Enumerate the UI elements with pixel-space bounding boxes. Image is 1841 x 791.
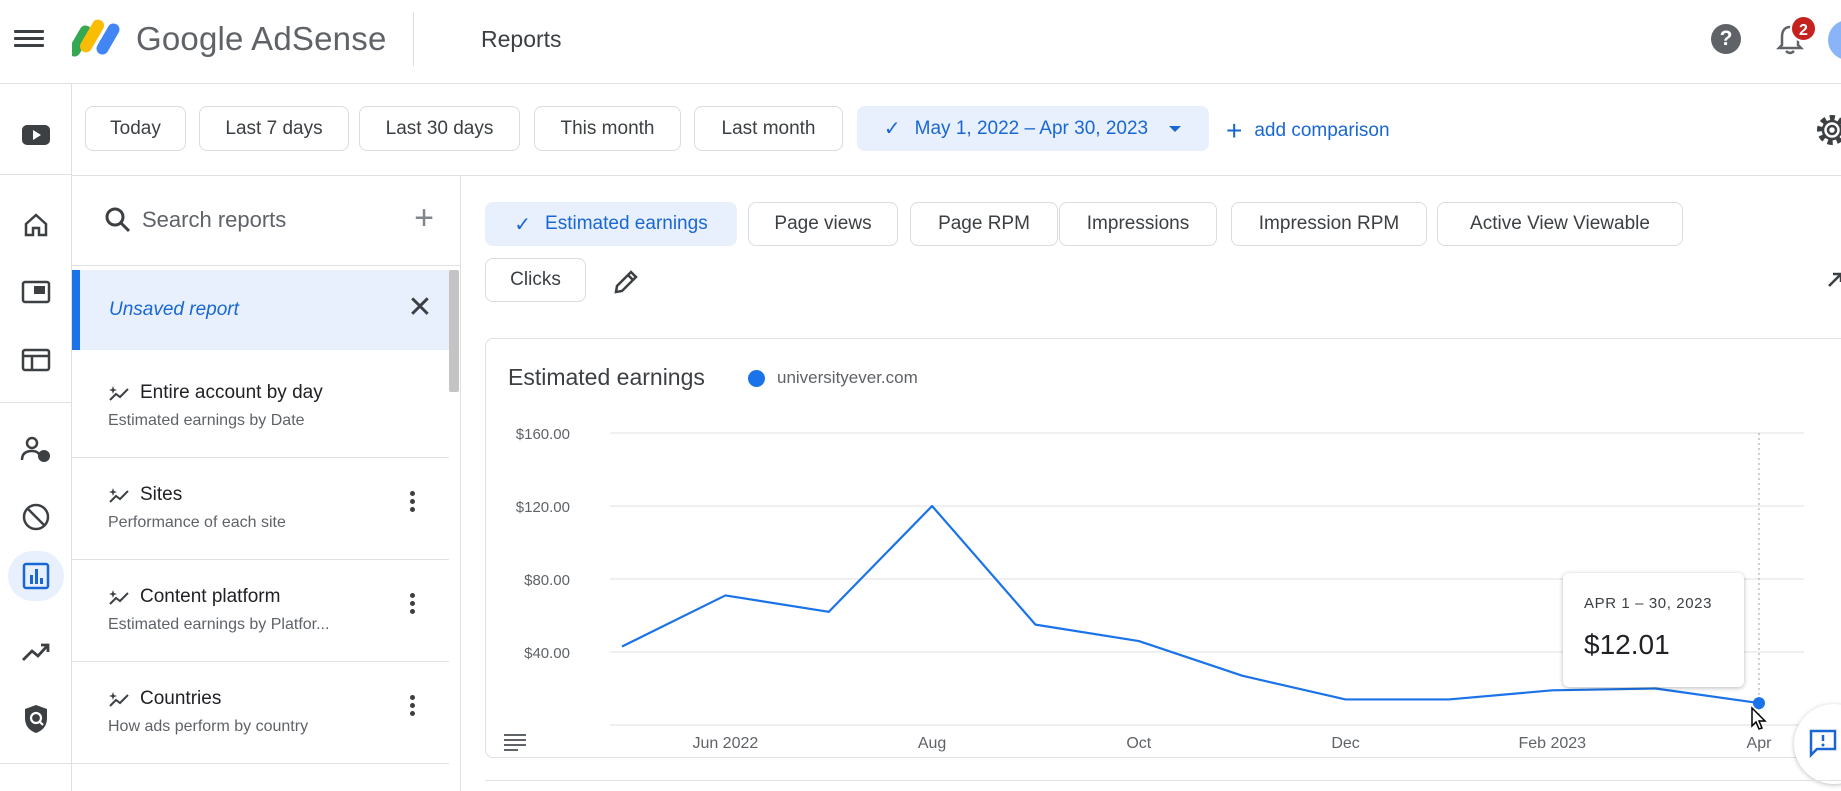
trend-sparkle-icon bbox=[109, 692, 129, 707]
youtube-icon[interactable] bbox=[8, 110, 64, 160]
date-range-label: May 1, 2022 – Apr 30, 2023 bbox=[914, 117, 1149, 139]
chart-tooltip: APR 1 – 30, 2023 $12.01 bbox=[1563, 573, 1744, 687]
date-this-month-chip[interactable]: This month bbox=[534, 106, 681, 151]
y-tick-label: $40.00 bbox=[524, 645, 570, 662]
close-icon[interactable]: ✕ bbox=[404, 292, 436, 324]
rail-divider bbox=[0, 174, 72, 175]
x-tick-label: Feb 2023 bbox=[1518, 735, 1586, 752]
unsaved-report-item[interactable]: Unsaved report ✕ bbox=[72, 270, 449, 350]
report-item-title: Sites bbox=[140, 484, 183, 505]
unsaved-report-label: Unsaved report bbox=[109, 299, 239, 320]
tooltip-value: $12.01 bbox=[1584, 629, 1670, 660]
plus-icon: + bbox=[1226, 115, 1243, 146]
page-title: Reports bbox=[481, 26, 562, 52]
add-comparison-label: add comparison bbox=[1254, 120, 1390, 141]
sites-icon[interactable] bbox=[8, 335, 64, 385]
navigation-rail bbox=[0, 84, 72, 791]
rail-divider bbox=[0, 763, 72, 764]
report-item-subtitle: Performance of each site bbox=[108, 514, 286, 531]
x-tick-label: Jun 2022 bbox=[692, 735, 758, 752]
table-header-edge bbox=[485, 780, 1841, 791]
search-reports-row: + bbox=[72, 176, 460, 266]
mouse-cursor-icon bbox=[1751, 706, 1767, 730]
main-menu-icon[interactable] bbox=[14, 26, 44, 52]
date-today-chip[interactable]: Today bbox=[85, 106, 186, 151]
legend-color-dot bbox=[748, 370, 765, 387]
metric-page-rpm-chip[interactable]: Page RPM bbox=[910, 202, 1058, 246]
settings-gear-icon[interactable] bbox=[1812, 110, 1841, 150]
search-reports-input[interactable] bbox=[142, 202, 392, 238]
panel-scrollbar[interactable] bbox=[449, 270, 459, 392]
top-app-bar: Google AdSense Reports ? 2 bbox=[0, 0, 1841, 84]
policy-center-icon[interactable] bbox=[8, 694, 64, 744]
edit-pencil-icon[interactable] bbox=[610, 266, 642, 298]
metric-estimated-earnings-chip[interactable]: ✓ Estimated earnings bbox=[485, 202, 737, 246]
notification-count-badge: 2 bbox=[1790, 15, 1817, 42]
feedback-icon bbox=[1809, 729, 1837, 758]
date-last-7-days-chip[interactable]: Last 7 days bbox=[199, 106, 349, 151]
more-vert-icon[interactable] bbox=[402, 590, 422, 624]
report-item-entire-account[interactable]: Entire account by day Estimated earnings… bbox=[72, 356, 449, 458]
metric-impressions-chip[interactable]: Impressions bbox=[1059, 202, 1217, 246]
date-range-bar: Today Last 7 days Last 30 days This mont… bbox=[72, 84, 1841, 176]
blocking-controls-icon[interactable] bbox=[8, 492, 64, 542]
check-icon: ✓ bbox=[514, 213, 532, 236]
trend-sparkle-icon bbox=[109, 386, 129, 401]
rail-divider bbox=[0, 402, 72, 403]
x-tick-label: Apr bbox=[1747, 735, 1773, 752]
trend-sparkle-icon bbox=[109, 488, 129, 503]
report-item-title: Countries bbox=[140, 688, 222, 709]
check-icon: ✓ bbox=[883, 118, 901, 140]
legend-label: universityever.com bbox=[777, 368, 918, 387]
date-last-30-days-chip[interactable]: Last 30 days bbox=[359, 106, 520, 151]
metric-active-view-viewable-chip[interactable]: Active View Viewable bbox=[1437, 202, 1683, 246]
y-tick-label: $160.00 bbox=[516, 426, 570, 443]
chart-title: Estimated earnings bbox=[508, 364, 705, 390]
metric-label: Estimated earnings bbox=[545, 213, 708, 234]
y-tick-label: $80.00 bbox=[524, 572, 570, 589]
dropdown-arrow-icon bbox=[1169, 125, 1182, 132]
optimization-icon[interactable] bbox=[8, 627, 64, 677]
report-item-title: Content platform bbox=[140, 586, 281, 607]
adsense-logo-icon bbox=[72, 19, 120, 57]
report-item-subtitle: Estimated earnings by Date bbox=[108, 412, 305, 429]
search-icon bbox=[105, 207, 131, 233]
report-item-subtitle: How ads perform by country bbox=[108, 718, 309, 735]
reports-icon[interactable] bbox=[8, 551, 64, 601]
y-tick-label: $120.00 bbox=[516, 499, 570, 516]
report-item-sites[interactable]: Sites Performance of each site bbox=[72, 458, 449, 560]
metric-impression-rpm-chip[interactable]: Impression RPM bbox=[1231, 202, 1427, 246]
chart-data-table-icon[interactable] bbox=[504, 734, 526, 751]
header-divider bbox=[413, 12, 414, 66]
reports-list-panel: + Unsaved report ✕ Entire account by day… bbox=[72, 176, 461, 791]
add-comparison-button[interactable]: + add comparison bbox=[1226, 116, 1390, 146]
metric-clicks-chip[interactable]: Clicks bbox=[485, 258, 586, 302]
date-last-month-chip[interactable]: Last month bbox=[694, 106, 843, 151]
help-icon[interactable]: ? bbox=[1711, 24, 1741, 54]
x-tick-label: Aug bbox=[918, 735, 946, 752]
more-vert-icon[interactable] bbox=[402, 692, 422, 726]
report-item-subtitle: Estimated earnings by Platfor... bbox=[108, 616, 330, 633]
tooltip-date-range: APR 1 – 30, 2023 bbox=[1584, 595, 1713, 612]
x-tick-label: Oct bbox=[1126, 735, 1151, 752]
metric-page-views-chip[interactable]: Page views bbox=[748, 202, 898, 246]
collapse-arrow-icon[interactable] bbox=[1826, 270, 1841, 290]
new-report-plus-icon[interactable]: + bbox=[406, 198, 442, 238]
ads-icon[interactable] bbox=[8, 267, 64, 317]
privacy-icon[interactable] bbox=[8, 424, 64, 474]
report-item-countries[interactable]: Countries How ads perform by country bbox=[72, 662, 449, 764]
report-item-content-platform[interactable]: Content platform Estimated earnings by P… bbox=[72, 560, 449, 662]
report-item-title: Entire account by day bbox=[140, 382, 323, 403]
home-icon[interactable] bbox=[8, 200, 64, 250]
brand-name: Google AdSense bbox=[136, 20, 387, 57]
x-tick-label: Dec bbox=[1331, 735, 1359, 752]
more-vert-icon[interactable] bbox=[402, 488, 422, 522]
custom-date-range-chip[interactable]: ✓ May 1, 2022 – Apr 30, 2023 bbox=[857, 106, 1209, 151]
trend-sparkle-icon bbox=[109, 590, 129, 605]
account-avatar[interactable] bbox=[1828, 20, 1841, 60]
